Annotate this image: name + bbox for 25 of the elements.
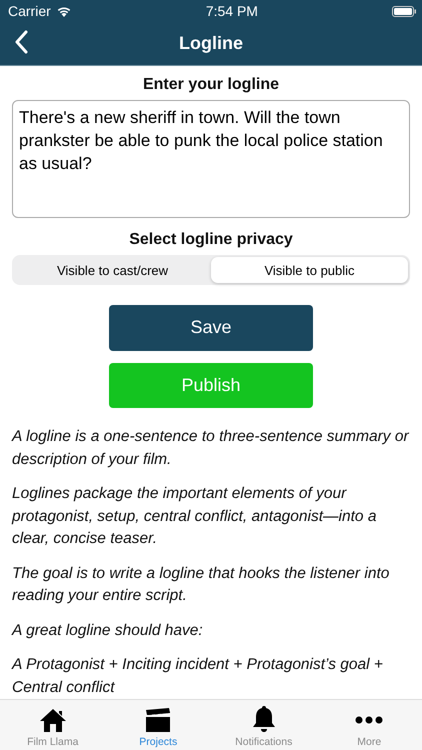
- help-paragraph: A logline is a one-sentence to three-sentence summary or description of your film.: [12, 427, 410, 470]
- privacy-option[interactable]: Visible to cast/crew: [14, 257, 211, 284]
- bell-icon: [250, 705, 277, 733]
- logline-field[interactable]: There's a new sheriff in town. Will the town prankster be able to punk the local police station as usual?: [12, 100, 410, 218]
- home-icon: [38, 707, 67, 733]
- privacy-option[interactable]: Visible to public: [211, 257, 408, 284]
- nav-title: Logline: [179, 33, 243, 54]
- status-time: 7:54 PM: [206, 3, 258, 19]
- tab-item[interactable]: Film Llama: [0, 700, 106, 750]
- help-paragraph: The goal is to write a logline that hooks the listener into reading your entire script.: [12, 564, 390, 606]
- battery-icon: [392, 6, 416, 16]
- logline-label: Enter your logline: [142, 76, 279, 94]
- tab-item[interactable]: More: [316, 700, 422, 750]
- help-paragraph: A great logline should have:: [12, 620, 204, 641]
- help-paragraph: Loglines package the important elements of your protagonist, setup, central conflict, antagonist—into a clear, concise teaser.: [12, 484, 378, 550]
- help-paragraph: A Protagonist + Inciting incident + Protagonist’s goal + Central conflict: [12, 655, 384, 698]
- carrier-label: Carrier: [8, 3, 51, 19]
- publish-button[interactable]: Publish: [109, 362, 313, 408]
- save-button[interactable]: Save: [109, 305, 313, 351]
- privacy-label: Select logline privacy: [129, 231, 293, 250]
- tab-item[interactable]: Projects: [106, 700, 211, 750]
- clapperboard-icon: [144, 707, 172, 733]
- more-icon: [354, 716, 384, 724]
- wifi-icon: [56, 5, 72, 17]
- tab-item[interactable]: Notifications: [211, 700, 316, 750]
